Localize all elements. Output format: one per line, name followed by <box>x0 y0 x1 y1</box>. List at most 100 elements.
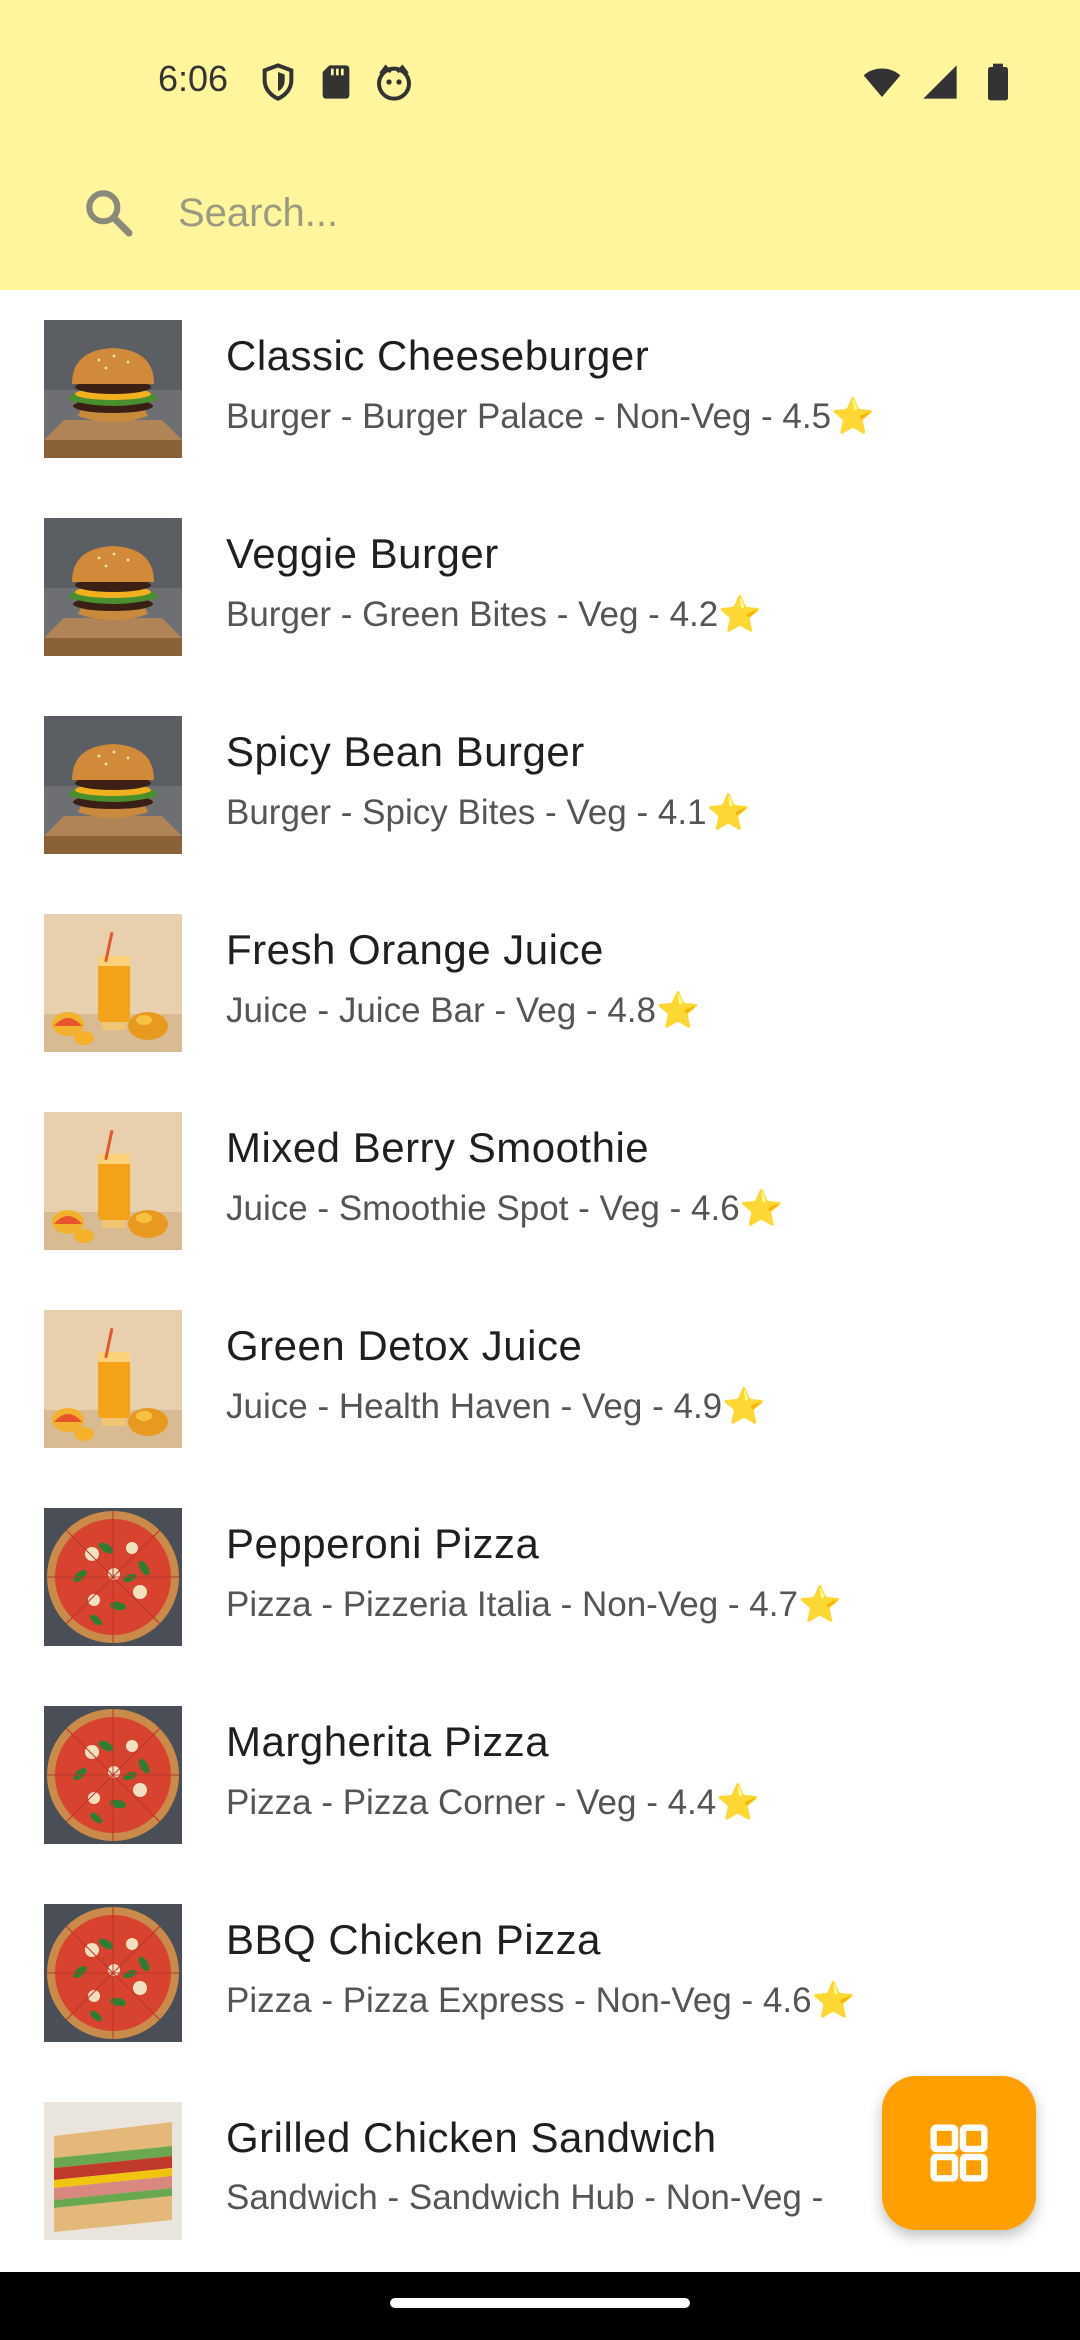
food-image <box>44 1310 182 1448</box>
food-image <box>44 518 182 656</box>
food-type: Non-Veg <box>665 2178 802 2217</box>
food-details: Juice - Juice Bar - Veg - 4.8⭐ <box>226 991 700 1030</box>
restaurant-name: Smoothie Spot <box>338 1189 569 1228</box>
food-category: Pizza <box>226 1585 312 1624</box>
food-list-item[interactable]: Pepperoni Pizza Pizza - Pizzeria Italia -… <box>0 1478 1080 1676</box>
food-details: Pizza - Pizza Express - Non-Veg - 4.6⭐ <box>226 1981 856 2020</box>
food-rating: 4.1 <box>657 793 707 832</box>
food-category: Juice <box>226 1387 308 1426</box>
star-icon: ⭐ <box>722 1387 766 1426</box>
star-icon: ⭐ <box>706 793 751 832</box>
food-list-item[interactable]: Fresh Orange Juice Juice - Juice Bar - Ve… <box>0 884 1080 1082</box>
food-list-item[interactable]: Spicy Bean Burger Burger - Spicy Bites - … <box>0 686 1080 884</box>
star-icon: ⭐ <box>716 1783 760 1822</box>
food-type: Veg <box>566 793 627 832</box>
search-bar[interactable] <box>80 170 980 260</box>
food-details: Burger - Burger Palace - Non-Veg - 4.5⭐ <box>226 397 875 436</box>
restaurant-name: Green Bites <box>362 595 547 634</box>
food-type: Veg <box>576 1783 637 1822</box>
star-icon: ⭐ <box>811 1981 856 2020</box>
food-details: Burger - Spicy Bites - Veg - 4.1⭐ <box>226 793 751 832</box>
star-icon: ⭐ <box>831 397 875 436</box>
restaurant-name: Juice Bar <box>338 991 485 1030</box>
food-list-item[interactable]: Margherita Pizza Pizza - Pizza Corner - V… <box>0 1676 1080 1874</box>
food-image <box>44 1904 182 2042</box>
star-icon: ⭐ <box>655 991 700 1030</box>
star-icon: ⭐ <box>797 1585 842 1624</box>
food-category: Sandwich <box>226 2178 378 2217</box>
restaurant-name: Burger Palace <box>362 397 584 436</box>
signal-icon <box>923 65 957 99</box>
food-rating: 4.2 <box>669 595 719 634</box>
grid-icon <box>930 2124 988 2182</box>
wifi-icon <box>863 68 901 97</box>
food-name: Grilled Chicken Sandwich <box>226 2114 717 2161</box>
food-name: Margherita Pizza <box>226 1718 550 1765</box>
food-list: Classic Cheeseburger Burger - Burger Pala… <box>0 290 1080 2270</box>
search-icon <box>86 190 133 237</box>
food-category: Burger <box>226 793 332 832</box>
sd-card-icon <box>322 65 350 99</box>
food-category: Burger <box>226 595 332 634</box>
status-bar: 6:06 <box>0 0 1080 120</box>
restaurant-name: Health Haven <box>338 1387 551 1426</box>
app-header: 6:06 <box>0 0 1080 290</box>
restaurant-name: Sandwich Hub <box>408 2178 635 2217</box>
food-details: Burger - Green Bites - Veg - 4.2⭐ <box>226 595 762 634</box>
food-image <box>44 2102 182 2240</box>
food-list-item[interactable]: BBQ Chicken Pizza Pizza - Pizza Express -… <box>0 1874 1080 2072</box>
navigation-bar <box>0 2272 1080 2340</box>
food-type: Non-Veg <box>581 1585 719 1624</box>
food-image <box>44 716 182 854</box>
food-name: BBQ Chicken Pizza <box>226 1916 601 1963</box>
food-name: Veggie Burger <box>226 530 499 577</box>
food-details: Juice - Smoothie Spot - Veg - 4.6⭐ <box>226 1189 784 1228</box>
food-list-item[interactable]: Mixed Berry Smoothie Juice - Smoothie Spo… <box>0 1082 1080 1280</box>
food-list-item[interactable]: Veggie Burger Burger - Green Bites - Veg … <box>0 488 1080 686</box>
status-time: 6:06 <box>158 58 229 99</box>
star-icon: ⭐ <box>718 595 762 634</box>
food-name: Mixed Berry Smoothie <box>226 1124 650 1171</box>
food-details: Pizza - Pizzeria Italia - Non-Veg - 4.7⭐ <box>226 1585 842 1624</box>
food-image <box>44 320 182 458</box>
shield-icon <box>262 63 294 101</box>
food-rating: 4.6 <box>762 1981 812 2020</box>
food-category: Juice <box>226 1189 308 1228</box>
food-name: Green Detox Juice <box>226 1322 583 1369</box>
food-type: Non-Veg <box>595 1981 732 2020</box>
food-type: Non-Veg <box>615 397 752 436</box>
food-category: Juice <box>226 991 308 1030</box>
home-handle[interactable] <box>390 2298 690 2308</box>
face-icon <box>377 64 411 101</box>
food-details: Juice - Health Haven - Veg - 4.9⭐ <box>226 1387 766 1426</box>
food-image <box>44 914 182 1052</box>
food-type: Veg <box>599 1189 660 1228</box>
food-rating: 4.7 <box>749 1585 798 1624</box>
food-list-item[interactable]: Green Detox Juice Juice - Health Haven - … <box>0 1280 1080 1478</box>
restaurant-name: Pizzeria Italia <box>342 1585 551 1624</box>
food-category: Burger <box>226 397 332 436</box>
grid-view-button[interactable] <box>882 2076 1036 2230</box>
food-details: Pizza - Pizza Corner - Veg - 4.4⭐ <box>226 1783 760 1822</box>
food-details: Sandwich - Sandwich Hub - Non-Veg - <box>226 2178 824 2217</box>
food-image <box>44 1112 182 1250</box>
food-name: Fresh Orange Juice <box>226 926 604 973</box>
food-category: Pizza <box>226 1783 312 1822</box>
food-image <box>44 1706 182 1844</box>
food-image <box>44 1508 182 1646</box>
food-list-item[interactable]: Classic Cheeseburger Burger - Burger Pala… <box>0 290 1080 488</box>
food-rating: 4.8 <box>607 991 656 1030</box>
search-input[interactable] <box>176 182 960 244</box>
food-name: Classic Cheeseburger <box>226 332 650 379</box>
battery-icon <box>988 63 1008 101</box>
food-rating: 4.5 <box>782 397 832 436</box>
restaurant-name: Spicy Bites <box>362 793 536 832</box>
star-icon: ⭐ <box>739 1189 784 1228</box>
food-type: Veg <box>582 1387 643 1426</box>
food-rating: 4.4 <box>667 1783 717 1822</box>
restaurant-name: Pizza Corner <box>342 1783 545 1822</box>
food-rating: 4.6 <box>691 1189 740 1228</box>
food-type: Veg <box>578 595 639 634</box>
food-type: Veg <box>515 991 577 1030</box>
food-category: Pizza <box>226 1981 312 2020</box>
